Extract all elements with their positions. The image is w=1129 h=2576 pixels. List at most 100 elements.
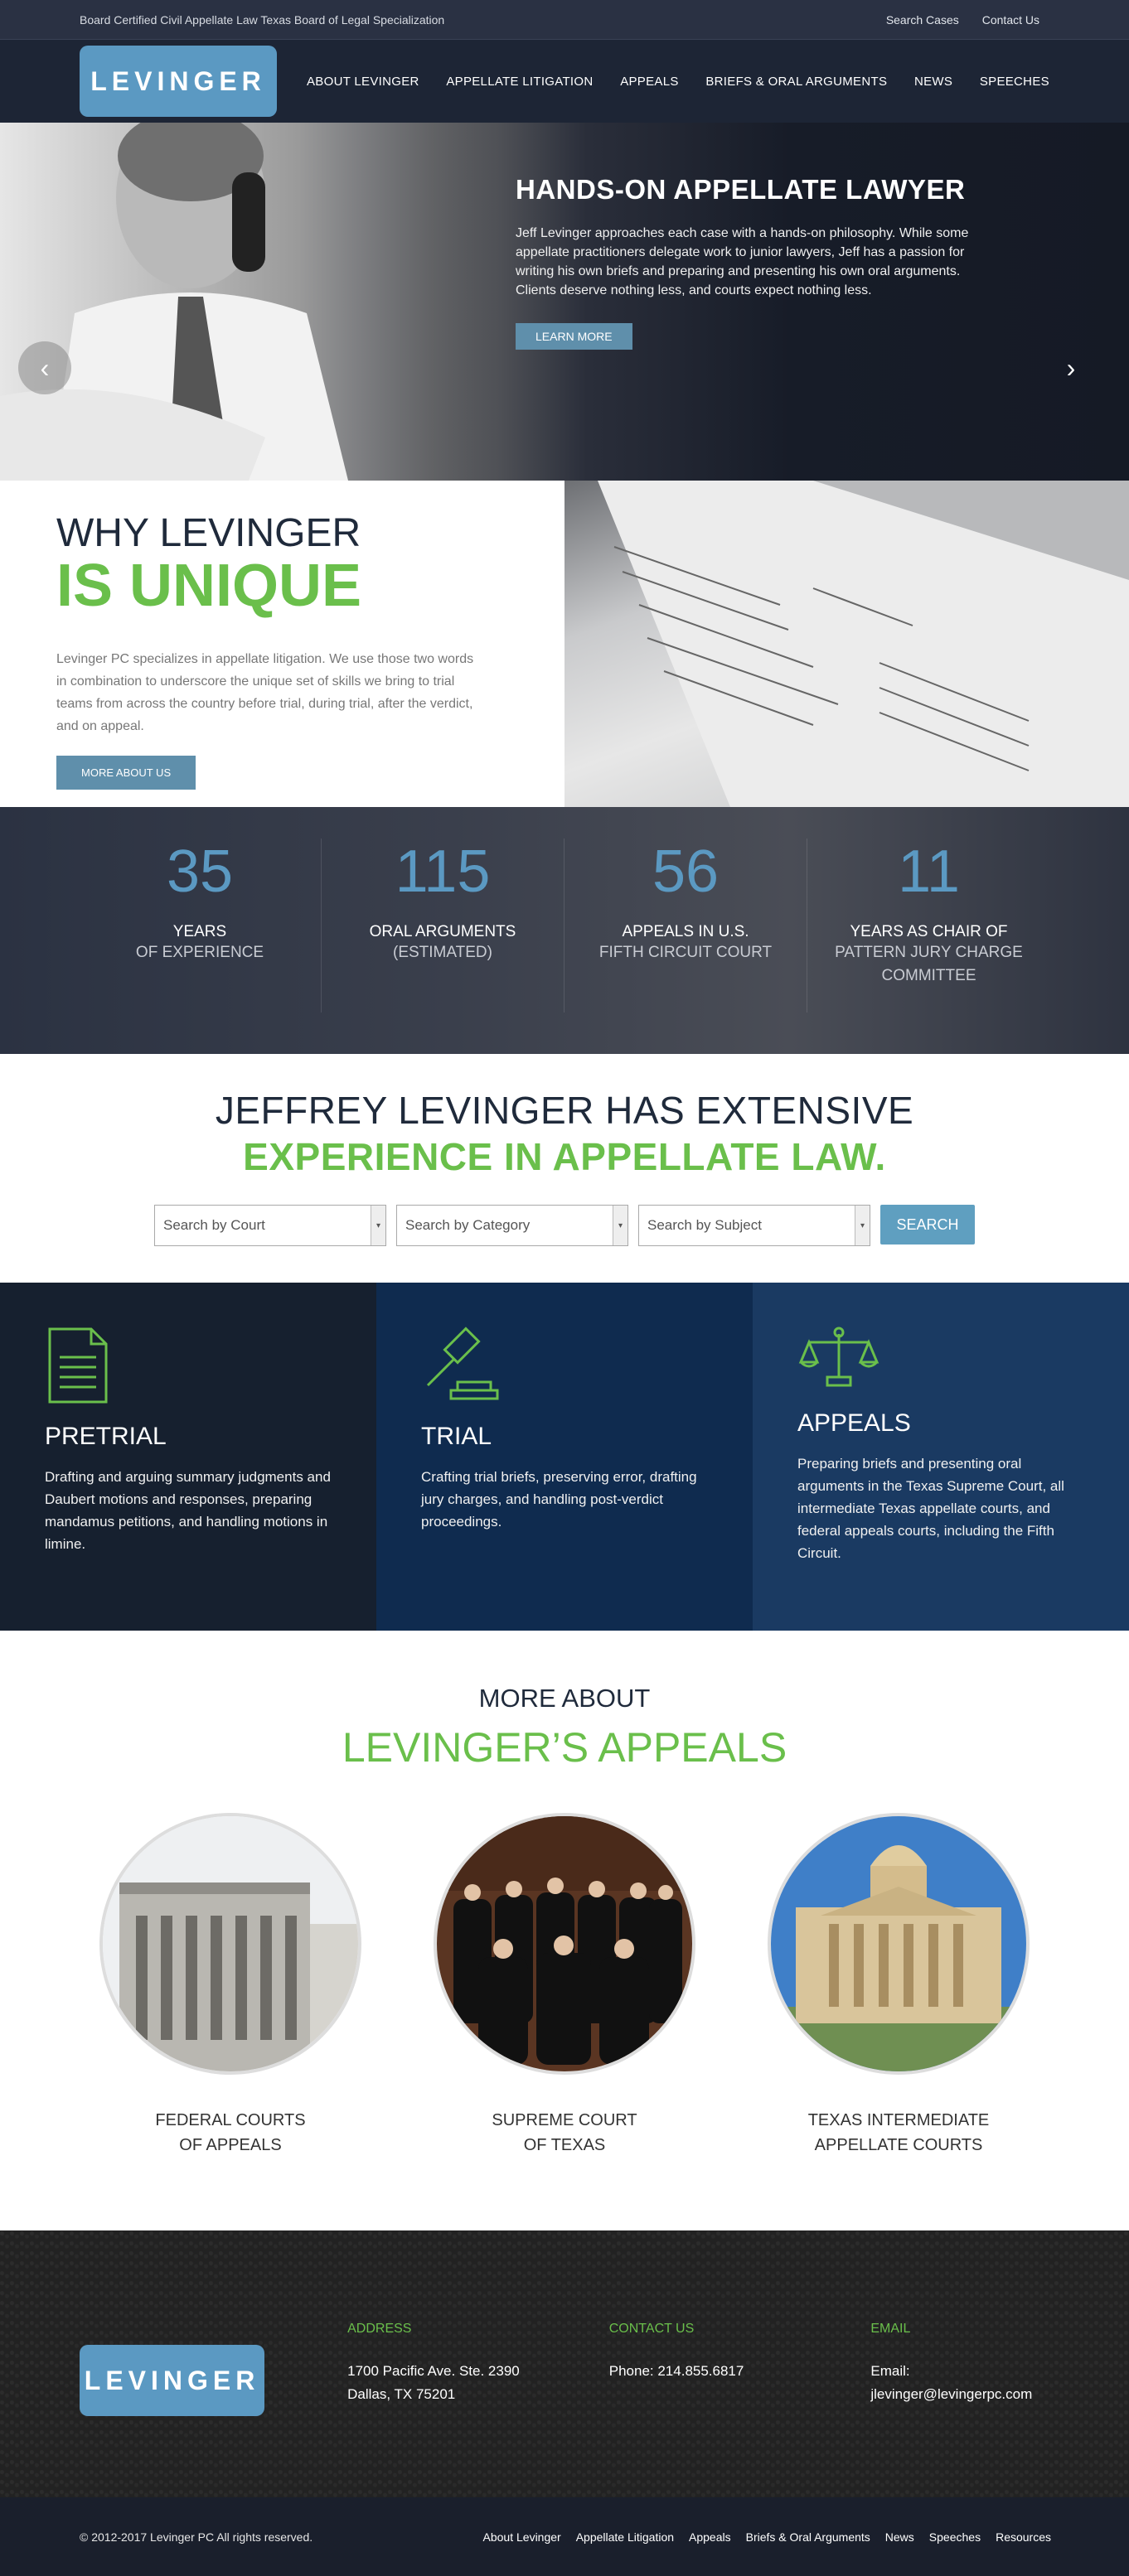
stat-label: YEARS AS CHAIR OF (850, 923, 1008, 940)
service-title: TRIAL (421, 1423, 492, 1450)
levinger-logo[interactable]: LEVINGER (80, 46, 277, 117)
contact-us-link[interactable]: Contact Us (982, 13, 1039, 27)
certification-text: Board Certified Civil Appellate Law Texa… (80, 12, 445, 27)
footer-link-about[interactable]: About Levinger (483, 2530, 561, 2544)
footer-address: ADDRESS 1700 Pacific Ave. Ste. 2390 Dalla… (347, 2322, 526, 2406)
stat-number: 11 (898, 839, 960, 905)
stat-years: 35 YEARS OF EXPERIENCE (79, 839, 322, 1013)
footer-email: EMAIL Email: jlevinger@levingerpc.com (870, 2322, 1049, 2406)
chevron-down-icon: ▾ (371, 1206, 385, 1245)
chevron-left-icon: ‹ (40, 352, 50, 383)
email-text[interactable]: Email: jlevinger@levingerpc.com (870, 2360, 1049, 2406)
stat-number: 115 (395, 839, 491, 905)
court-texas-intermediate[interactable]: TEXAS INTERMEDIATE APPELLATE COURTS (768, 1813, 1030, 2158)
footer-link-resources[interactable]: Resources (996, 2530, 1051, 2544)
court-name[interactable]: FEDERAL COURTS OF APPEALS (99, 2108, 361, 2158)
footer-logo[interactable]: LEVINGER (80, 2345, 265, 2416)
courts-list: FEDERAL COURTS OF APPEALS SUPREME COURT OF… (0, 1813, 1129, 2158)
texas-courthouse-image (771, 1816, 1026, 2071)
scales-icon (798, 1327, 879, 1387)
why-title-green: IS UNIQUE (56, 553, 362, 619)
footer-contact: CONTACT US Phone: 214.855.6817 (609, 2322, 788, 2406)
experience-section: JEFFREY LEVINGER HAS EXTENSIVE EXPERIENC… (0, 1054, 1129, 1283)
select-value: Search by Subject (647, 1217, 762, 1233)
court-supreme-texas[interactable]: SUPREME COURT OF TEXAS (434, 1813, 695, 2158)
supreme-court-justices-photo[interactable] (434, 1813, 695, 2075)
service-body: Preparing briefs and presenting oral arg… (797, 1456, 1064, 1561)
stat-number: 56 (652, 839, 720, 905)
document-icon (48, 1327, 108, 1404)
more-about-subtitle: LEVINGER’S APPEALS (342, 1724, 787, 1771)
footer-link-appellate-litigation[interactable]: Appellate Litigation (576, 2530, 674, 2544)
federal-courthouse-image (103, 1816, 358, 2071)
search-by-category-select[interactable]: Search by Category ▾ (396, 1205, 628, 1246)
phone-text[interactable]: Phone: 214.855.6817 (609, 2360, 788, 2383)
footer-link-appeals[interactable]: Appeals (689, 2530, 731, 2544)
footer-link-news[interactable]: News (885, 2530, 914, 2544)
stats-section: 35 YEARS OF EXPERIENCE 115 ORAL ARGUMENT… (0, 807, 1129, 1054)
address-text: 1700 Pacific Ave. Ste. 2390 Dallas, TX 75… (347, 2360, 526, 2406)
stat-chair: 11 YEARS AS CHAIR OF PATTERN JURY CHARGE… (807, 839, 1050, 1013)
hero-title: HANDS-ON APPELLATE LAWYER (516, 174, 966, 205)
stat-appeals: 56 APPEALS IN U.S. FIFTH CIRCUIT COURT (564, 839, 807, 1013)
court-federal[interactable]: FEDERAL COURTS OF APPEALS (99, 1813, 361, 2158)
top-bar: Board Certified Civil Appellate Law Texa… (0, 0, 1129, 40)
stat-number: 35 (166, 839, 234, 905)
more-about-section: MORE ABOUT LEVINGER’S APPEALS FEDERAL CO… (0, 1631, 1129, 2230)
court-name[interactable]: TEXAS INTERMEDIATE APPELLATE COURTS (768, 2108, 1030, 2158)
stat-sublabel: FIFTH CIRCUIT COURT (598, 944, 773, 961)
court-name-line2: OF TEXAS (523, 2136, 606, 2154)
learn-more-button[interactable]: LEARN MORE (516, 323, 632, 350)
more-about-us-button[interactable]: MORE ABOUT US (56, 756, 196, 790)
federal-courthouse-photo[interactable] (99, 1813, 361, 2075)
stat-oral-arguments: 115 ORAL ARGUMENTS (ESTIMATED) (322, 839, 564, 1013)
nav-item-speeches[interactable]: SPEECHES (980, 75, 1049, 89)
court-name-line1: FEDERAL COURTS (155, 2111, 306, 2129)
footer-link-briefs[interactable]: Briefs & Oral Arguments (746, 2530, 870, 2544)
main-nav: LEVINGER ABOUT LEVINGER APPELLATE LITIGA… (0, 40, 1129, 123)
slider-next-button[interactable]: › (1044, 341, 1098, 394)
address-heading: ADDRESS (347, 2322, 412, 2336)
nav-item-news[interactable]: NEWS (914, 75, 952, 89)
footer-links: About Levinger Appellate Litigation Appe… (483, 2530, 1051, 2544)
top-links: Search Cases Contact Us (886, 13, 1039, 27)
slider-prev-button[interactable]: ‹ (18, 341, 71, 394)
select-value: Search by Category (405, 1217, 531, 1233)
gavel-icon (426, 1327, 499, 1400)
nav-item-appellate-litigation[interactable]: APPELLATE LITIGATION (446, 75, 593, 89)
chevron-down-icon: ▾ (613, 1206, 627, 1245)
bottom-bar: © 2012-2017 Levinger PC All rights reser… (0, 2497, 1129, 2576)
why-title: WHY LEVINGER (56, 511, 361, 555)
email-label: Email: (870, 2363, 910, 2379)
email-address[interactable]: jlevinger@levingerpc.com (870, 2386, 1032, 2402)
services-section: PRETRIAL Drafting and arguing summary ju… (0, 1283, 1129, 1631)
texas-courthouse-photo[interactable] (768, 1813, 1030, 2075)
select-value: Search by Court (163, 1217, 265, 1233)
why-body: Levinger PC specializes in appellate lit… (56, 652, 474, 733)
hero-slider: ‹ › HANDS-ON APPELLATE LAWYER Jeff Levin… (0, 123, 1129, 481)
court-name-line1: SUPREME COURT (492, 2111, 637, 2129)
experience-title: JEFFREY LEVINGER HAS EXTENSIVE (215, 1089, 914, 1132)
service-trial: TRIAL Crafting trial briefs, preserving … (376, 1283, 753, 1631)
why-section: WHY LEVINGER IS UNIQUE Levinger PC speci… (0, 481, 1129, 807)
nav-item-about[interactable]: ABOUT LEVINGER (307, 75, 419, 89)
nav-item-appeals[interactable]: APPEALS (620, 75, 678, 89)
service-title: PRETRIAL (45, 1423, 167, 1450)
hero-content: HANDS-ON APPELLATE LAWYER Jeff Levinger … (516, 174, 980, 350)
service-appeals: APPEALS Preparing briefs and presenting … (753, 1283, 1129, 1631)
search-by-subject-select[interactable]: Search by Subject ▾ (638, 1205, 870, 1246)
chevron-right-icon: › (1066, 352, 1076, 383)
address-line1: 1700 Pacific Ave. Ste. 2390 (347, 2363, 520, 2379)
footer-link-speeches[interactable]: Speeches (929, 2530, 981, 2544)
nav-item-briefs[interactable]: BRIEFS & ORAL ARGUMENTS (705, 75, 887, 89)
stat-sublabel: PATTERN JURY CHARGE COMMITTEE (835, 944, 1023, 984)
why-text: WHY LEVINGER IS UNIQUE Levinger PC speci… (0, 481, 564, 807)
search-button[interactable]: SEARCH (880, 1205, 975, 1245)
service-title: APPEALS (797, 1409, 911, 1437)
court-name[interactable]: SUPREME COURT OF TEXAS (434, 2108, 695, 2158)
service-body: Crafting trial briefs, preserving error,… (421, 1469, 697, 1530)
service-pretrial: PRETRIAL Drafting and arguing summary ju… (0, 1283, 376, 1631)
search-cases-link[interactable]: Search Cases (886, 13, 959, 27)
search-by-court-select[interactable]: Search by Court ▾ (154, 1205, 386, 1246)
court-name-line2: OF APPEALS (179, 2136, 282, 2154)
